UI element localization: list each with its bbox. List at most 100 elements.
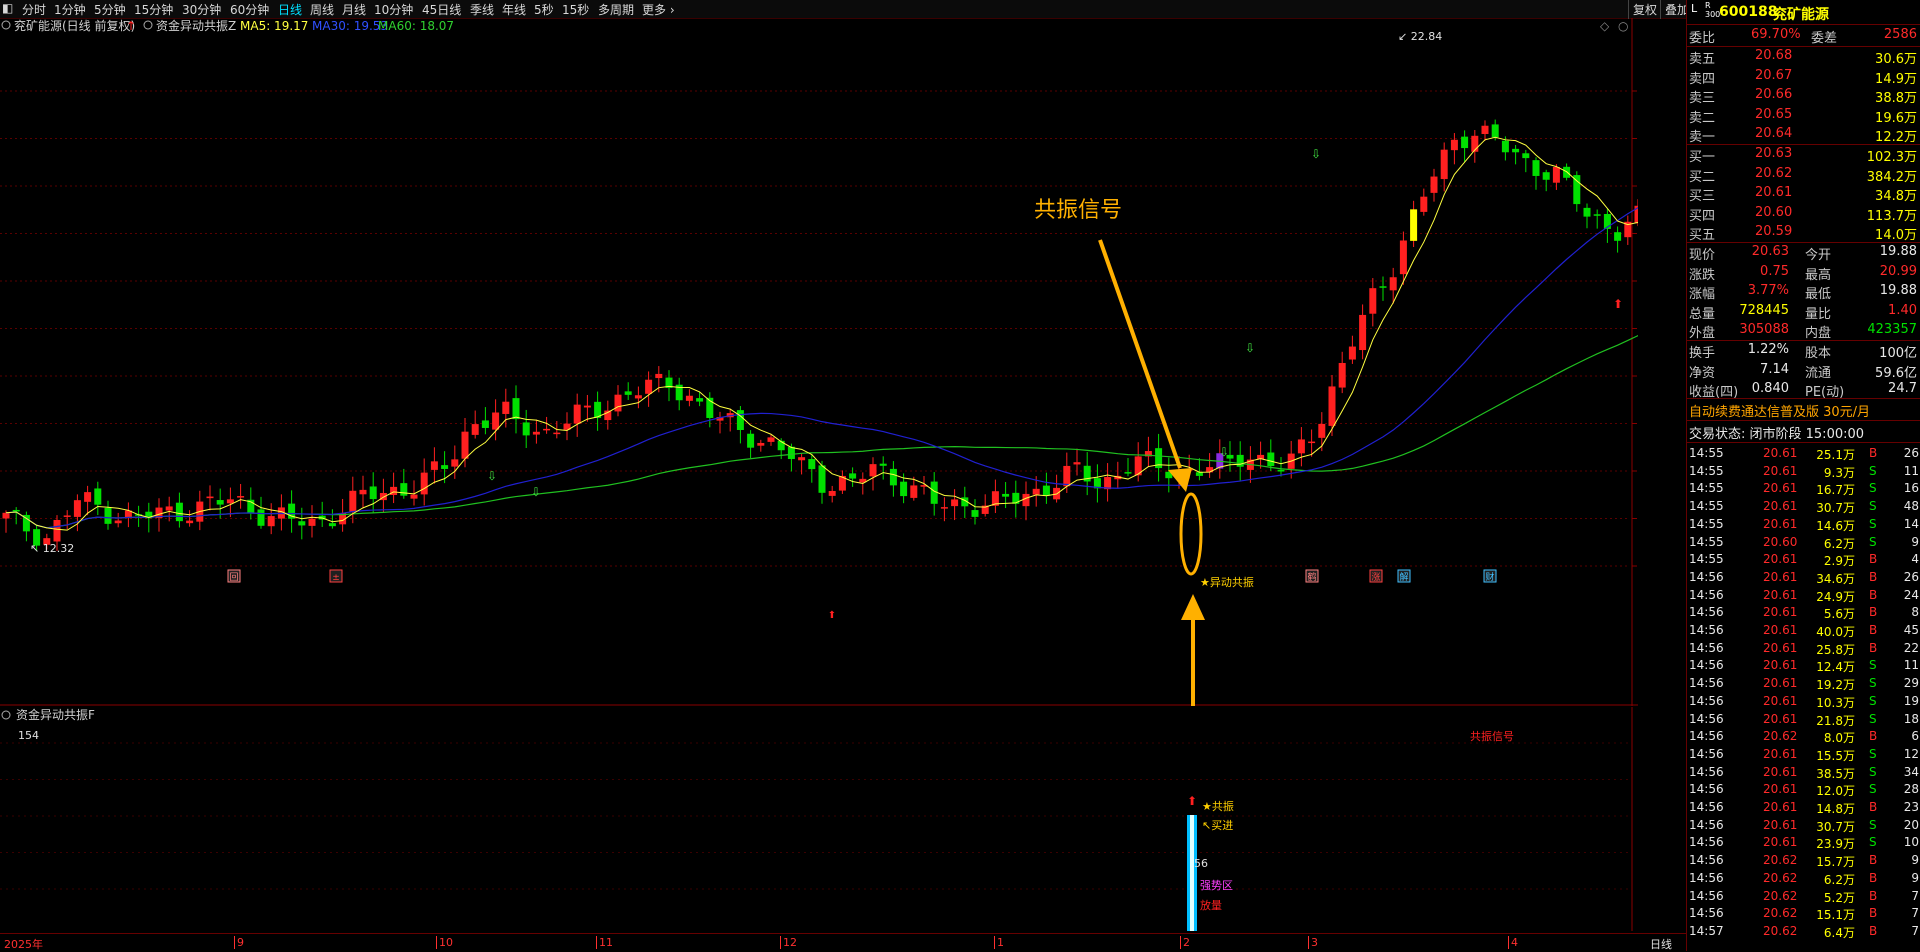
- candle-body[interactable]: [787, 446, 795, 460]
- period-tab-9[interactable]: 10分钟: [374, 1, 413, 18]
- candle-body[interactable]: [696, 398, 704, 402]
- candle-body[interactable]: [53, 519, 61, 542]
- candle-body[interactable]: [461, 431, 469, 459]
- candle-body[interactable]: [685, 395, 693, 401]
- candle-body[interactable]: [1593, 214, 1601, 216]
- candle-body[interactable]: [1042, 485, 1050, 496]
- candle-body[interactable]: [175, 502, 183, 522]
- candle-body[interactable]: [1501, 140, 1509, 153]
- candle-body[interactable]: [1512, 148, 1520, 153]
- period-tab-15[interactable]: 多周期: [598, 1, 634, 18]
- candle-body[interactable]: [1308, 441, 1316, 444]
- candle-body[interactable]: [441, 465, 449, 469]
- period-indicator[interactable]: 日线: [1650, 936, 1672, 952]
- candle-body[interactable]: [583, 405, 591, 408]
- period-tab-16[interactable]: 更多 ›: [642, 1, 675, 18]
- candle-body[interactable]: [1338, 362, 1346, 388]
- candle-body[interactable]: [532, 431, 540, 435]
- candle-body[interactable]: [359, 489, 367, 495]
- candle-body[interactable]: [879, 463, 887, 466]
- candle-body[interactable]: [2, 512, 10, 519]
- candle-body[interactable]: [522, 422, 530, 436]
- candle-body[interactable]: [1542, 172, 1550, 180]
- candle-body[interactable]: [951, 499, 959, 507]
- candle-body[interactable]: [257, 509, 265, 526]
- candle-body[interactable]: [736, 410, 744, 430]
- candle-body[interactable]: [267, 516, 275, 527]
- candle-body[interactable]: [1389, 277, 1397, 291]
- candle-body[interactable]: [369, 486, 377, 500]
- candle-body[interactable]: [114, 520, 122, 524]
- candle-body[interactable]: [1002, 493, 1010, 497]
- candle-body[interactable]: [1583, 207, 1591, 217]
- candle-body[interactable]: [1420, 196, 1428, 212]
- candle-body[interactable]: [165, 506, 173, 511]
- indicator-menu-icon-2[interactable]: [1, 710, 11, 720]
- candle-body[interactable]: [767, 437, 775, 442]
- candle-body[interactable]: [757, 442, 765, 446]
- candle-body[interactable]: [1522, 153, 1530, 159]
- candle-body[interactable]: [73, 500, 81, 517]
- period-tab-11[interactable]: 季线: [470, 1, 494, 18]
- candle-body[interactable]: [798, 457, 806, 461]
- candle-body[interactable]: [1063, 465, 1071, 487]
- indicator-menu-icon[interactable]: [143, 20, 153, 30]
- candle-body[interactable]: [1195, 472, 1203, 476]
- candle-body[interactable]: [186, 520, 194, 524]
- candle-body[interactable]: [226, 499, 234, 504]
- candle-body[interactable]: [420, 472, 428, 495]
- window-toggle-icon[interactable]: ◧: [2, 1, 13, 15]
- candle-body[interactable]: [216, 500, 224, 505]
- period-tab-14[interactable]: 15秒: [562, 1, 589, 18]
- candle-body[interactable]: [573, 404, 581, 424]
- candle-body[interactable]: [1022, 493, 1030, 507]
- candle-body[interactable]: [492, 412, 500, 430]
- period-tab-13[interactable]: 5秒: [534, 1, 554, 18]
- candle-body[interactable]: [1267, 452, 1275, 467]
- period-tab-2[interactable]: 5分钟: [94, 1, 126, 18]
- period-tab-6[interactable]: 日线: [278, 1, 302, 18]
- candle-body[interactable]: [1236, 454, 1244, 467]
- candle-body[interactable]: [1073, 462, 1081, 465]
- candle-body[interactable]: [614, 394, 622, 412]
- candle-body[interactable]: [1297, 439, 1305, 454]
- candle-body[interactable]: [1481, 125, 1489, 135]
- candle-body[interactable]: [777, 440, 785, 451]
- candle-body[interactable]: [818, 465, 826, 493]
- candle-body[interactable]: [1399, 240, 1407, 275]
- candle-body[interactable]: [1491, 124, 1499, 138]
- candle-body[interactable]: [84, 492, 92, 502]
- candle-body[interactable]: [624, 391, 632, 395]
- toolbar-button-0[interactable]: 复权: [1628, 0, 1660, 19]
- candle-body[interactable]: [400, 483, 408, 496]
- period-tab-8[interactable]: 月线: [342, 1, 366, 18]
- candle-body[interactable]: [1614, 232, 1622, 241]
- period-tab-1[interactable]: 1分钟: [54, 1, 86, 18]
- candle-body[interactable]: [1348, 346, 1356, 360]
- candle-body[interactable]: [471, 424, 479, 435]
- period-tab-5[interactable]: 60分钟: [230, 1, 269, 18]
- period-tab-3[interactable]: 15分钟: [134, 1, 173, 18]
- candle-body[interactable]: [900, 481, 908, 497]
- candle-body[interactable]: [430, 461, 438, 470]
- candle-body[interactable]: [808, 459, 816, 470]
- period-tab-7[interactable]: 周线: [310, 1, 334, 18]
- candle-body[interactable]: [390, 486, 398, 496]
- candle-body[interactable]: [410, 494, 418, 499]
- candle-body[interactable]: [63, 515, 71, 517]
- candle-body[interactable]: [1359, 314, 1367, 351]
- period-tab-4[interactable]: 30分钟: [182, 1, 221, 18]
- candle-body[interactable]: [349, 490, 357, 512]
- candle-body[interactable]: [1430, 176, 1438, 193]
- candle-body[interactable]: [12, 509, 20, 512]
- candle-body[interactable]: [512, 398, 520, 420]
- candle-body[interactable]: [1461, 136, 1469, 149]
- candle-body[interactable]: [1124, 472, 1132, 474]
- candle-body[interactable]: [747, 433, 755, 448]
- candle-body[interactable]: [849, 473, 857, 479]
- candle-body[interactable]: [910, 485, 918, 498]
- candle-body[interactable]: [971, 510, 979, 517]
- candle-body[interactable]: [655, 373, 663, 379]
- candle-body[interactable]: [1032, 488, 1040, 495]
- candle-body[interactable]: [869, 464, 877, 477]
